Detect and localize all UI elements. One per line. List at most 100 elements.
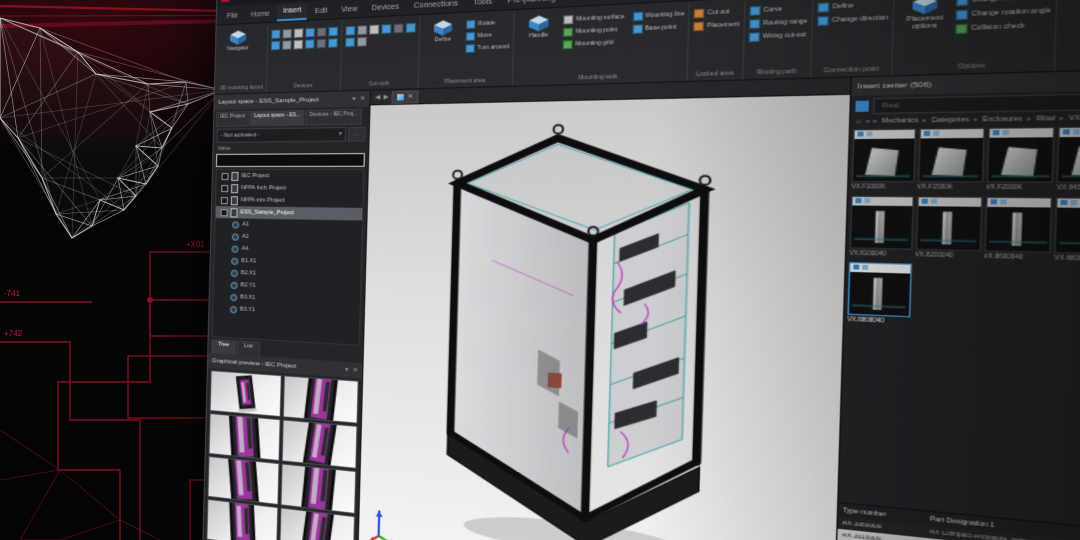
navigator-button[interactable]: Navigator — [221, 27, 255, 53]
dock-tab-0[interactable]: IEC Project — [216, 111, 249, 127]
tool-icon[interactable] — [369, 25, 379, 35]
routing-range-button[interactable]: Routing range — [749, 16, 808, 31]
preview-thumbnail[interactable] — [283, 375, 359, 423]
ribbon-tab-edit[interactable]: Edit — [308, 4, 334, 20]
ribbon-tab-view[interactable]: View — [335, 2, 364, 18]
3d-viewport[interactable] — [359, 95, 850, 540]
checkbox-icon[interactable] — [221, 172, 228, 179]
tool-icon[interactable] — [328, 38, 338, 48]
part-tile-label: VX.8450K — [1056, 183, 1080, 195]
tab-close-icon[interactable]: ✕ — [407, 93, 413, 101]
curve-button[interactable]: Curve — [749, 2, 808, 17]
define-button[interactable]: Define — [423, 16, 463, 44]
breadcrumb-forward-icon[interactable]: ▸ — [873, 118, 877, 125]
tool-icon[interactable] — [357, 37, 367, 47]
ribbon-group-mounting-aids: HandleMounting surfaceMounting pointMoun… — [513, 3, 690, 85]
preview-close-icon[interactable]: ✕ — [352, 367, 358, 375]
part-tile-vx-f1000k[interactable]: VX.F1000K — [851, 128, 916, 193]
turn-around-button[interactable]: Turn around — [465, 41, 509, 54]
ribbon-tab-insert[interactable]: Insert — [277, 3, 308, 21]
tool-icon[interactable] — [345, 37, 355, 47]
placement-options-button[interactable]: Placement options — [898, 0, 952, 31]
tool-icon[interactable] — [357, 25, 367, 35]
part-tile-image — [847, 262, 911, 317]
small-button-label: Rotate — [478, 20, 496, 27]
tool-icon[interactable] — [294, 28, 304, 38]
change-direction-button[interactable]: Change direction — [817, 12, 888, 27]
ribbon-tab-devices[interactable]: Devices — [365, 0, 406, 17]
collision-check-button[interactable]: Collision check — [955, 19, 1051, 36]
checkbox-icon[interactable] — [221, 185, 228, 192]
part-tile-label: VX.F1500K — [917, 182, 983, 194]
part-tile-image — [986, 127, 1056, 183]
breadcrumb-segment-enclosures[interactable]: Enclosures — [982, 116, 1022, 124]
preview-thumbnail[interactable] — [280, 463, 356, 514]
mounting-point-button[interactable]: Mounting point — [563, 24, 624, 38]
tool-icon[interactable] — [305, 28, 315, 38]
part-tile-vx-8806040[interactable]: VX.8806040 — [1054, 197, 1080, 267]
tool-icon[interactable] — [317, 27, 327, 37]
tool-icon[interactable] — [283, 29, 293, 39]
ribbon-tab-file[interactable]: File — [221, 9, 244, 24]
checkbox-icon[interactable] — [221, 209, 228, 216]
tree-item-iec project[interactable]: IEC Project — [217, 170, 364, 183]
handle-button[interactable]: Handle — [518, 11, 560, 40]
checkbox-icon[interactable] — [221, 197, 228, 204]
tool-icon[interactable] — [282, 40, 292, 50]
move-button[interactable]: Move — [466, 29, 510, 42]
preview-thumbnail[interactable] — [210, 370, 282, 417]
viewport-tab[interactable]: ✕ — [392, 90, 419, 104]
tab-scroll-right-icon[interactable]: ▶ — [383, 93, 388, 101]
wiring-cut-out-button[interactable]: Wiring cut-out — [748, 29, 807, 43]
part-tile-vx-8808040[interactable]: VX.8808040 — [847, 262, 912, 329]
preview-thumbnail[interactable] — [206, 499, 278, 540]
tool-icon[interactable] — [328, 27, 338, 37]
preview-thumbnail[interactable] — [207, 456, 279, 505]
activation-dropdown[interactable]: - Not activated - ▾ — [217, 127, 347, 143]
part-tile-vx-8450k[interactable]: VX.8450K — [1056, 126, 1080, 195]
base-point-button[interactable]: Base point — [632, 21, 685, 35]
breadcrumb-segment-mechanics[interactable]: Mechanics — [882, 117, 919, 125]
panel-menu-icon[interactable]: ▾ — [352, 95, 355, 102]
value-filter-input[interactable] — [216, 153, 365, 167]
cut-out-button[interactable]: Cut out — [694, 6, 740, 20]
rotate-button[interactable]: Rotate — [466, 17, 510, 30]
mounting-grid-button[interactable]: Mounting grid — [563, 37, 624, 51]
tool-icon[interactable] — [305, 39, 315, 49]
part-tile-vx-f2000k[interactable]: VX.F2000K — [985, 127, 1055, 195]
tool-icon[interactable] — [294, 40, 304, 50]
breadcrumb-segment-rittal[interactable]: Rittal — [1036, 115, 1055, 123]
dock-tab-1[interactable]: Layout space - ES... — [250, 110, 305, 126]
part-tile-vx-8100040[interactable]: VX.8100040 — [849, 196, 914, 262]
part-tile-vx-f1500k[interactable]: VX.F1500K — [917, 128, 984, 194]
enclosure-3d-model[interactable] — [406, 107, 756, 540]
tool-icon[interactable] — [271, 41, 280, 51]
tool-icon[interactable] — [406, 23, 416, 33]
panel-close-icon[interactable]: ✕ — [360, 95, 366, 103]
part-tile-vx-8200040[interactable]: VX.8200040 — [915, 196, 982, 263]
tool-icon[interactable] — [346, 26, 356, 36]
find-box[interactable] — [873, 93, 1080, 115]
activation-extra-button[interactable]: … — [348, 127, 366, 142]
preview-thumbnail[interactable] — [282, 419, 358, 469]
tool-icon[interactable] — [381, 24, 391, 34]
part-tile-vx-8600040[interactable]: VX.8600040 — [983, 197, 1053, 265]
breadcrumb-back-icon[interactable]: ◂ — [865, 118, 869, 125]
tool-icon[interactable] — [317, 39, 327, 49]
ribbon-tab-home[interactable]: Home — [245, 7, 276, 23]
tab-list[interactable]: List — [237, 341, 260, 357]
breadcrumb-segment-vx[interactable]: VX — [1069, 115, 1080, 123]
home-icon[interactable]: ⌂ — [856, 118, 861, 125]
part-preview-image — [987, 137, 1053, 182]
placement-button[interactable]: Placement — [693, 19, 739, 33]
ribbon-tab-tools[interactable]: Tools — [466, 0, 500, 12]
breadcrumb-segment-categories[interactable]: Categories — [931, 116, 969, 124]
find-input[interactable] — [879, 96, 1080, 111]
tool-icon[interactable] — [393, 23, 403, 33]
tab-scroll-left-icon[interactable]: ◀ — [375, 94, 380, 102]
dock-tab-2[interactable]: Devices - IEC Proj... — [305, 109, 362, 126]
mounting-line-button[interactable]: Mounting line — [632, 8, 685, 22]
preview-menu-icon[interactable]: ▾ — [345, 366, 348, 374]
preview-thumbnail[interactable] — [209, 413, 281, 461]
tool-icon[interactable] — [271, 29, 280, 39]
